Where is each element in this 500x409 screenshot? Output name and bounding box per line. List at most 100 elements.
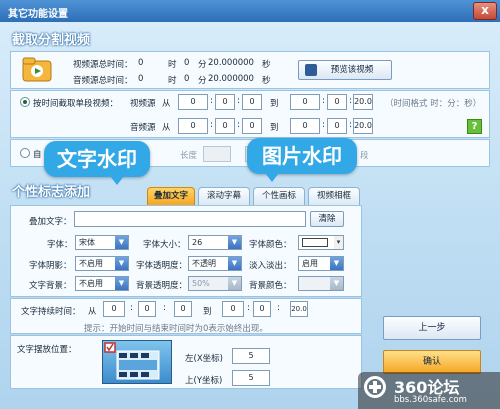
chevron-down-icon: ▼ <box>228 277 241 290</box>
length-label-partial: 长度 <box>180 151 198 161</box>
forum-url: bbs.360safe.com <box>394 395 467 405</box>
audio-total-seconds: 20.000000 <box>208 74 254 84</box>
font-shadow-select-value: 不启用 <box>79 259 103 268</box>
audio-to-seconds[interactable]: 20.0 <box>353 118 373 134</box>
video-folder-icon <box>22 55 52 83</box>
font-color-label: 字体颜色： <box>249 240 292 250</box>
length-field-1 <box>203 146 231 162</box>
font-select[interactable]: 宋体 ▼ <box>75 235 129 250</box>
video-to-hours[interactable]: 0 <box>290 94 320 110</box>
tab-custom-logo[interactable]: 个性画标 <box>253 187 305 205</box>
video-total-s-unit: 秒 <box>262 60 271 70</box>
by-segment-label-partial: 自 <box>33 150 42 160</box>
bg-color-label: 背景颜色： <box>249 281 292 291</box>
forum-watermark: 360论坛 bbs.360safe.com <box>358 372 500 409</box>
clear-button[interactable]: 清除 <box>310 211 344 227</box>
split-section-title: 截取分割视频 <box>12 33 91 48</box>
video-from-hours[interactable]: 0 <box>178 94 208 110</box>
left-x-label: 左(X坐标) <box>185 354 223 364</box>
overlay-text-input[interactable] <box>74 211 306 227</box>
fade-select[interactable]: 启用 ▼ <box>298 256 344 271</box>
preview-video-label: 预览该视频 <box>330 65 374 75</box>
font-shadow-label: 字体阴影： <box>29 261 72 271</box>
audio-total-label: 音频源总时间： <box>73 76 133 86</box>
bg-color-picker: ▼ <box>298 276 344 291</box>
duration-to-hours[interactable]: 0 <box>222 301 244 317</box>
bg-opacity-label: 背景透明度： <box>136 281 188 291</box>
audio-total-s-unit: 秒 <box>262 76 271 86</box>
audio-to-minutes[interactable]: 0 <box>327 118 347 134</box>
video-total-seconds: 20.000000 <box>208 58 254 68</box>
video-from-seconds[interactable]: 0 <box>242 94 262 110</box>
position-preview[interactable] <box>102 340 172 384</box>
tab-overlay-text[interactable]: 叠加文字 <box>147 187 195 205</box>
audio-total-minutes: 0 <box>184 74 190 84</box>
logo-section-title: 个性标志添加 <box>12 185 91 200</box>
duration-to-seconds[interactable]: 20.0 <box>290 301 308 317</box>
tab-video-frame[interactable]: 视频相框 <box>308 187 360 205</box>
preview-video-button[interactable]: 预览该视频 <box>298 60 392 80</box>
video-source-label: 视频源 <box>130 99 156 109</box>
duration-hint: 提示：开始时间与结束时间时为0表示始终出现。 <box>84 324 268 334</box>
fade-select-value: 启用 <box>302 259 318 268</box>
duration-from-minutes[interactable]: 0 <box>138 301 156 317</box>
video-total-h-unit: 时 <box>168 60 177 70</box>
font-color-picker[interactable]: ▾ <box>298 235 344 250</box>
audio-total-m-unit: 分 <box>198 76 207 86</box>
text-watermark-bubble: 文字水印 <box>44 141 150 185</box>
audio-from-hours[interactable]: 0 <box>178 118 208 134</box>
font-opacity-label: 字体透明度： <box>136 261 188 271</box>
duration-to-label: 到 <box>203 307 212 317</box>
font-size-select[interactable]: 26 ▼ <box>188 235 242 250</box>
audio-total-hours: 0 <box>138 74 144 84</box>
video-total-minutes: 0 <box>184 58 190 68</box>
left-x-input[interactable]: 5 <box>232 348 270 364</box>
video-to-seconds[interactable]: 20.0 <box>353 94 373 110</box>
chevron-down-icon: ▼ <box>228 236 241 249</box>
audio-from-minutes[interactable]: 0 <box>215 118 235 134</box>
duration-to-minutes[interactable]: 0 <box>253 301 271 317</box>
time-format-hint: （时间格式 时：分：秒） <box>385 99 482 109</box>
text-background-label: 文字背景： <box>29 281 72 291</box>
window-title: 其它功能设置 <box>8 9 68 20</box>
audio-from-label: 从 <box>162 123 171 133</box>
previous-step-button[interactable]: 上一步 <box>383 316 481 340</box>
font-size-label: 字体大小： <box>143 240 186 250</box>
tab-scrolling-subtitle[interactable]: 滚动字幕 <box>198 187 250 205</box>
image-watermark-bubble: 图片水印 <box>247 138 357 182</box>
video-to-minutes[interactable]: 0 <box>327 94 347 110</box>
top-y-label: 上(Y坐标) <box>185 376 223 386</box>
duration-from-seconds[interactable]: 0 <box>174 301 192 317</box>
font-select-value: 宋体 <box>79 238 95 247</box>
by-time-radio[interactable] <box>20 97 30 107</box>
help-icon[interactable]: ? <box>467 119 482 134</box>
film-icon <box>305 64 317 76</box>
duration-from-label: 从 <box>88 307 97 317</box>
close-button[interactable]: x <box>473 2 497 20</box>
text-background-select[interactable]: 不启用 ▼ <box>75 276 129 291</box>
confirm-button[interactable]: 确认 <box>383 350 481 374</box>
font-label: 字体： <box>47 240 73 250</box>
top-y-input[interactable]: 5 <box>232 370 270 386</box>
font-opacity-select[interactable]: 不透明 ▼ <box>188 256 242 271</box>
chevron-down-icon: ▼ <box>330 277 343 290</box>
chevron-down-icon: ▼ <box>115 277 128 290</box>
chevron-down-icon: ▾ <box>334 236 343 249</box>
audio-from-seconds[interactable]: 0 <box>242 118 262 134</box>
audio-to-hours[interactable]: 0 <box>290 118 320 134</box>
duration-label: 文字持续时间： <box>21 307 81 317</box>
film-frame-icon <box>104 342 160 380</box>
bg-opacity-select-value: 50% <box>192 279 210 288</box>
forum-logo-icon <box>364 376 386 398</box>
duration-from-hours[interactable]: 0 <box>103 301 125 317</box>
font-color-swatch <box>302 238 328 247</box>
audio-source-label: 音频源 <box>130 123 156 133</box>
video-total-label: 视频源总时间： <box>73 60 133 70</box>
position-label: 文字摆放位置： <box>17 345 77 355</box>
text-watermark-bubble-label: 文字水印 <box>57 147 137 171</box>
font-shadow-select[interactable]: 不启用 ▼ <box>75 256 129 271</box>
by-segment-radio[interactable] <box>20 148 30 158</box>
video-to-label: 到 <box>270 99 279 109</box>
chevron-down-icon: ▼ <box>115 257 128 270</box>
video-from-minutes[interactable]: 0 <box>215 94 235 110</box>
